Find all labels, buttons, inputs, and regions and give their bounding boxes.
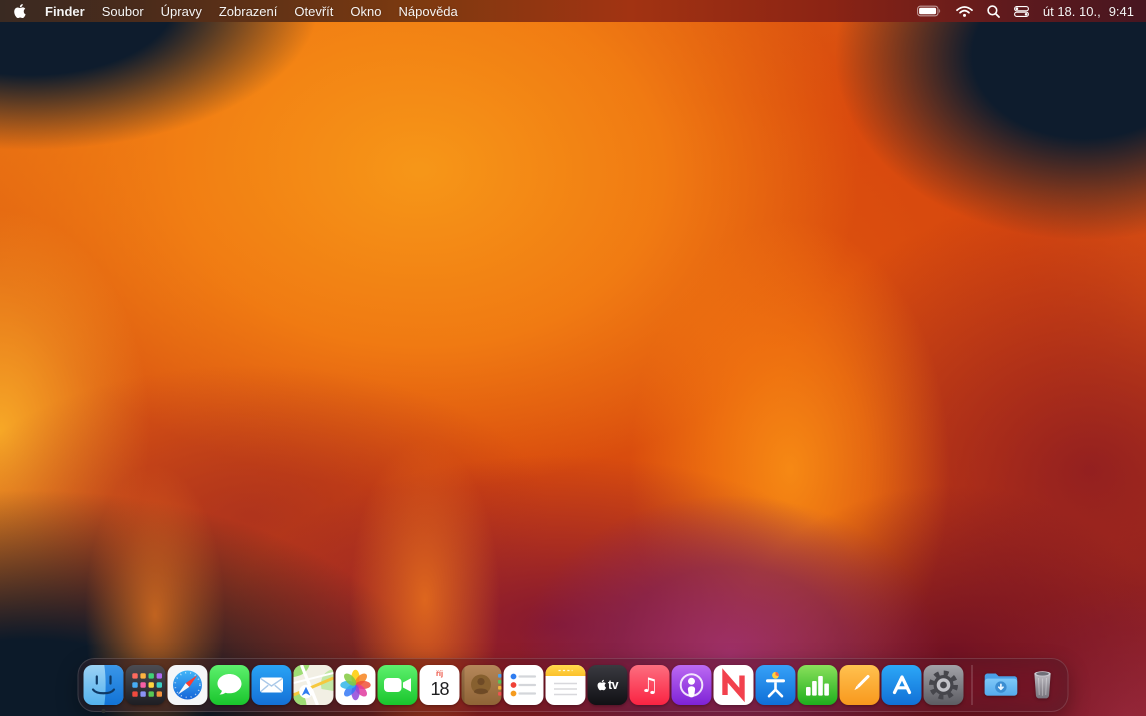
reminders-icon [503,665,544,705]
dock-item-trash[interactable] [1023,665,1063,705]
calendar-month-label: říj [435,668,444,678]
menu-otevrit[interactable]: Otevřít [294,4,333,19]
dock-divider [971,665,973,705]
safari-icon [167,665,208,705]
menu-upravy[interactable]: Úpravy [161,4,202,19]
menu-napoveda[interactable]: Nápověda [398,4,457,19]
dock-item-music[interactable]: ♫ [629,665,670,705]
music-icon: ♫ [629,665,670,705]
finder-running-indicator [101,709,106,713]
trash-icon [1034,671,1051,699]
facetime-icon [377,665,418,705]
news-icon [713,665,754,705]
menu-bar-clock[interactable]: út 18. 10., 9:41 [1043,4,1134,19]
clock-date: út 18. 10., [1042,3,1101,19]
dock-item-facetime[interactable] [377,665,418,705]
menu-finder[interactable]: Finder [45,4,85,19]
podcasts-icon [671,665,712,705]
dock-item-app-store[interactable] [881,665,922,705]
dock-item-calendar[interactable]: říj 18 [419,665,460,705]
apple-logo-small-icon [597,679,607,691]
dock-item-contacts[interactable] [461,665,502,705]
dock-item-downloads[interactable] [981,665,1021,705]
mail-icon [251,665,292,705]
menu-bar-left: Finder Soubor Úpravy Zobrazení Otevřít O… [0,3,458,19]
apple-menu[interactable] [13,3,26,19]
dock-item-finder[interactable] [83,665,124,713]
wallpaper [0,0,1146,716]
dock-item-news[interactable] [713,665,754,705]
notes-icon [545,665,586,705]
menu-zobrazeni[interactable]: Zobrazení [219,4,278,19]
finder-icon [83,665,124,705]
apple-logo-icon [14,3,26,19]
wifi-icon[interactable] [956,5,973,17]
dock-item-mail[interactable] [251,665,292,705]
menu-bar: Finder Soubor Úpravy Zobrazení Otevřít O… [0,0,1146,22]
desktop: Finder Soubor Úpravy Zobrazení Otevřít O… [0,0,1146,716]
dock-item-messages[interactable] [209,665,250,705]
maps-icon [293,665,334,705]
dock-item-safari[interactable] [167,665,208,705]
messages-icon [209,665,250,705]
pages-icon [839,665,880,705]
dock-item-keynote[interactable] [755,665,796,705]
dock-item-launchpad[interactable] [125,665,166,705]
dock-item-podcasts[interactable] [671,665,712,705]
menu-soubor[interactable]: Soubor [102,4,144,19]
control-center-icon[interactable] [1013,5,1029,17]
dock-item-system-settings[interactable] [923,665,964,705]
app-store-icon [881,665,922,705]
contacts-icon [461,665,502,705]
dock-item-photos[interactable] [335,665,376,705]
keynote-icon [755,665,796,705]
calendar-icon: říj 18 [419,665,460,705]
clock-time: 9:41 [1108,3,1134,19]
photos-icon [335,665,376,705]
dock: říj 18 tv ♫ [77,658,1069,713]
dock-item-notes[interactable] [545,665,586,705]
calendar-day-label: 18 [430,678,449,699]
dock-item-reminders[interactable] [503,665,544,705]
numbers-icon [797,665,838,705]
battery-icon[interactable] [916,5,942,17]
tv-icon: tv [587,665,628,705]
dock-item-maps[interactable] [293,665,334,705]
downloads-folder-icon [984,673,1018,696]
system-settings-icon [923,665,964,705]
dock-item-pages[interactable] [839,665,880,705]
menu-okno[interactable]: Okno [350,4,381,19]
dock-item-numbers[interactable] [797,665,838,705]
spotlight-search-icon[interactable] [987,4,1000,18]
launchpad-icon [125,665,166,705]
music-note-glyph: ♫ [640,673,659,697]
tv-label: tv [607,678,619,692]
menu-bar-status: út 18. 10., 9:41 [916,4,1146,19]
dock-item-tv[interactable]: tv [587,665,628,705]
